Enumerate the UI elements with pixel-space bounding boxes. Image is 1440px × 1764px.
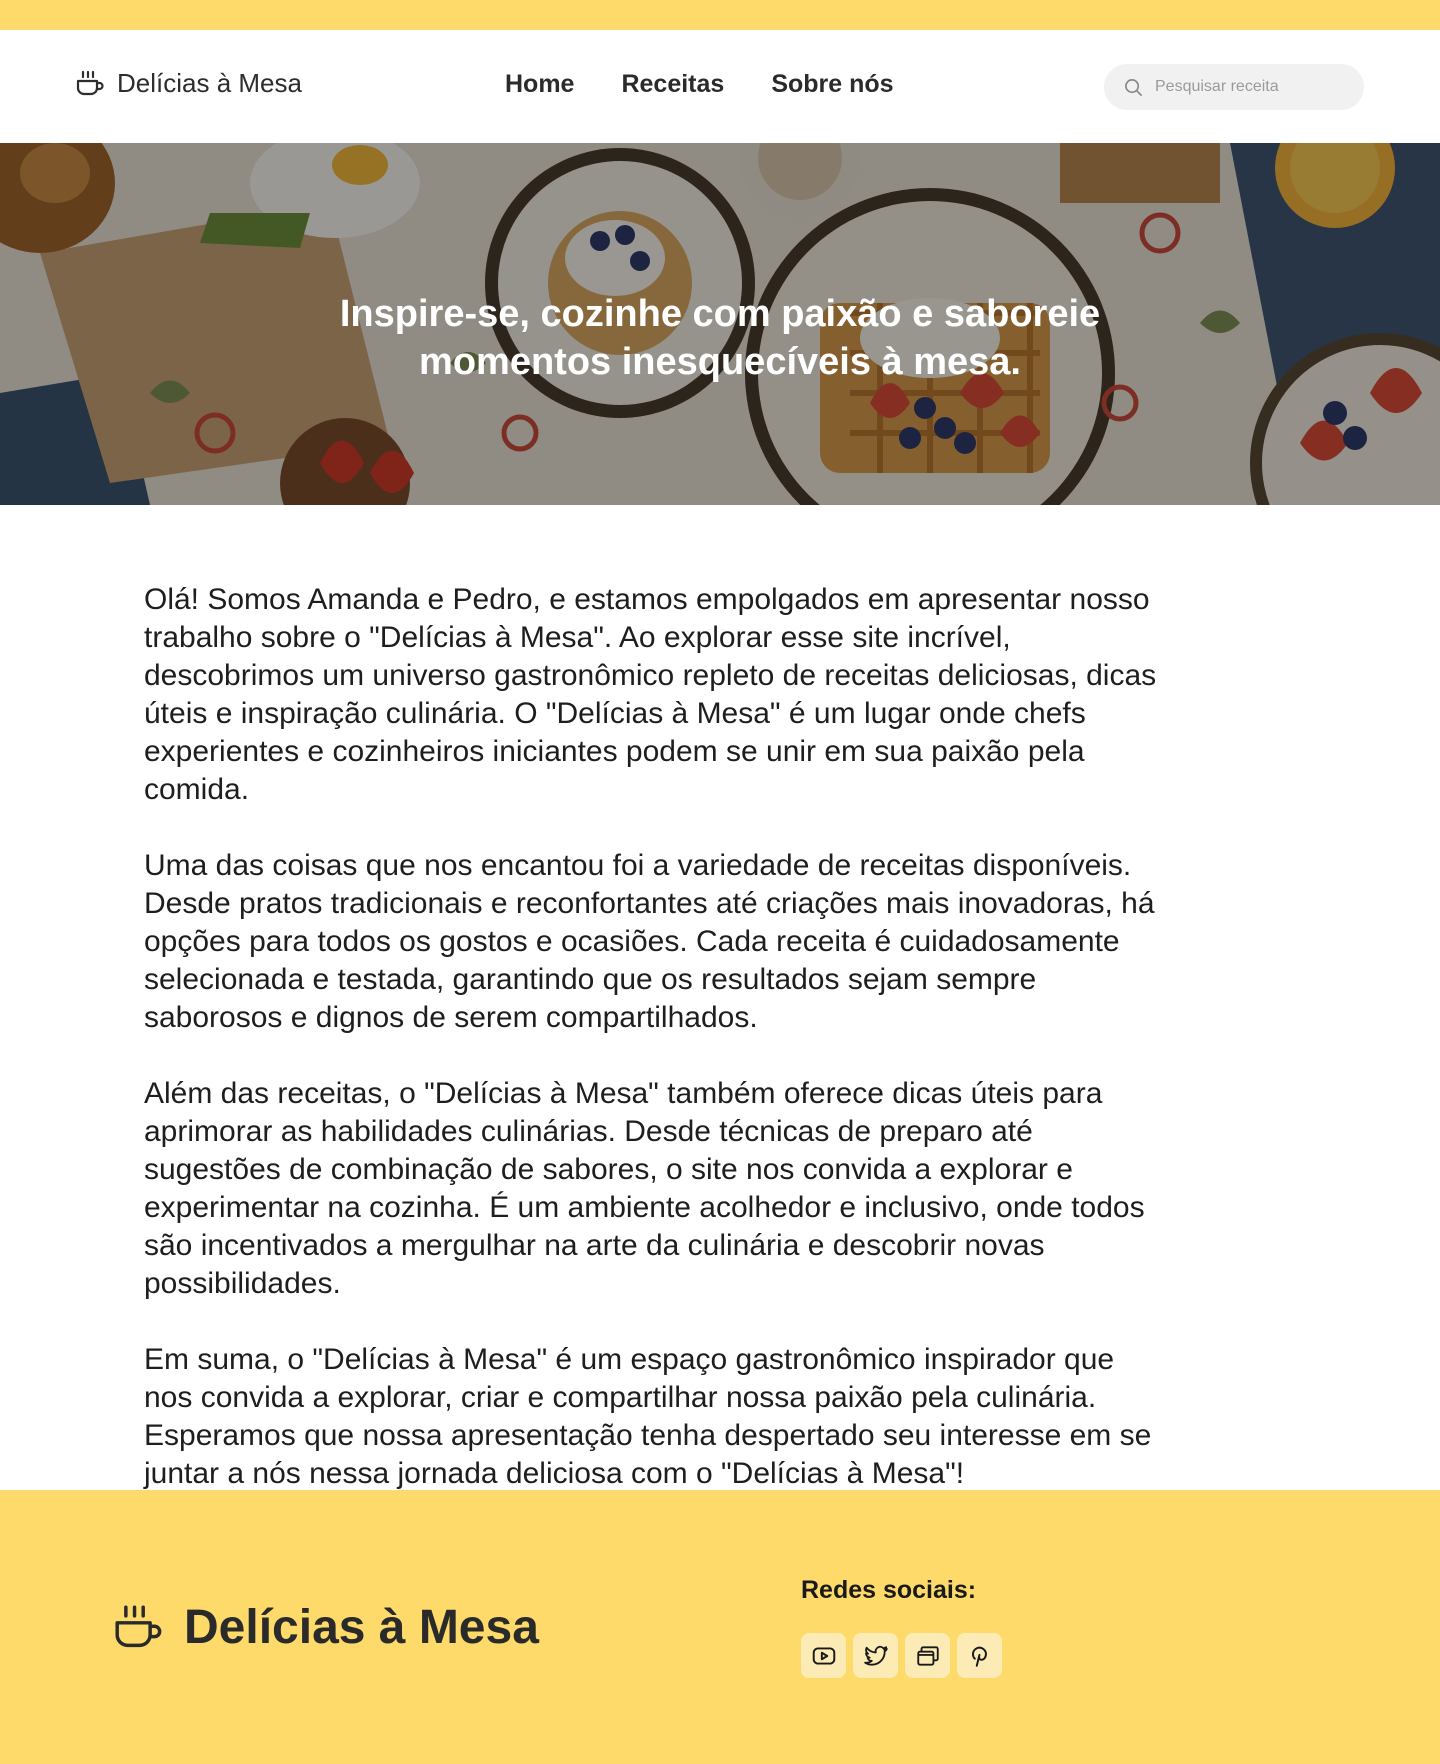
youtube-link[interactable] <box>801 1633 846 1678</box>
footer-brand-name: Delícias à Mesa <box>184 1601 539 1654</box>
pinterest-icon <box>971 1646 987 1667</box>
nav-home[interactable]: Home <box>505 70 574 99</box>
brand-logo[interactable]: Delícias à Mesa <box>75 68 302 99</box>
site-footer: Delícias à Mesa Redes sociais: <box>0 1490 1440 1764</box>
paragraph-conclusion: Em suma, o "Delícias à Mesa" é um espaço… <box>144 1343 1152 1490</box>
hero-title-line-2: momentos inesquecíveis à mesa. <box>419 341 1021 383</box>
hero-title-line-1: Inspire-se, cozinhe com paixão e saborei… <box>339 293 1101 335</box>
social-title: Redes sociais: <box>801 1576 977 1604</box>
paragraph-recipes: Uma das coisas que nos encantou foi a va… <box>144 849 1155 1034</box>
twitter-link[interactable] <box>853 1633 898 1678</box>
social-links <box>801 1633 1002 1678</box>
nav-sobre-nos[interactable]: Sobre nós <box>771 70 893 99</box>
top-accent-strip <box>0 0 1440 30</box>
coffee-cup-icon <box>76 70 104 95</box>
hero-title: Inspire-se, cozinhe com paixão e saborei… <box>0 290 1440 386</box>
site-header: Delícias à Mesa Home Receitas Sobre nós <box>0 30 1440 143</box>
footer-brand[interactable]: Delícias à Mesa <box>112 1600 539 1655</box>
twitter-icon <box>863 1645 888 1666</box>
brand-name: Delícias à Mesa <box>117 68 302 98</box>
coffee-cup-icon <box>115 1604 162 1647</box>
pinterest-link[interactable] <box>957 1633 1002 1678</box>
main-nav: Home Receitas Sobre nós <box>505 70 894 99</box>
hero-banner: Inspire-se, cozinhe com paixão e saborei… <box>0 143 1440 505</box>
paragraph-tips: Além das receitas, o "Delícias à Mesa" t… <box>144 1077 1145 1300</box>
youtube-icon <box>812 1646 835 1665</box>
windows-link[interactable] <box>905 1633 950 1678</box>
nav-receitas[interactable]: Receitas <box>621 70 724 99</box>
windows-icon <box>916 1645 939 1666</box>
search-box[interactable] <box>1104 64 1364 110</box>
paragraph-intro: Olá! Somos Amanda e Pedro, e estamos emp… <box>144 583 1157 806</box>
search-icon <box>1125 78 1142 96</box>
about-content: Olá! Somos Amanda e Pedro, e estamos emp… <box>0 505 1160 1490</box>
search-input[interactable] <box>1153 77 1347 97</box>
